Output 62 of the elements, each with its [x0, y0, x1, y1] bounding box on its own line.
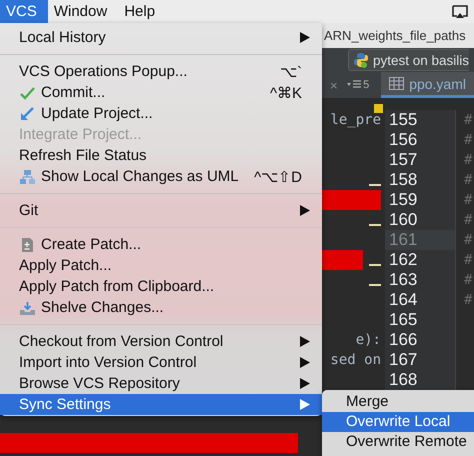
- comment-mark: #: [464, 192, 472, 208]
- menu-item[interactable]: Apply Patch...: [0, 255, 322, 276]
- menu-item[interactable]: Merge: [322, 392, 474, 412]
- menu-bar-item[interactable]: Help: [118, 0, 166, 23]
- line-number: 167: [385, 350, 455, 370]
- menu-item[interactable]: Update Project...: [0, 103, 322, 124]
- menu-item[interactable]: Checkout from Version Control: [0, 331, 322, 352]
- menu-item[interactable]: Shelve Changes...: [0, 297, 322, 318]
- comment-mark: #: [464, 132, 472, 148]
- line-number: 164: [385, 290, 455, 310]
- line-number: 163: [385, 270, 455, 290]
- table-icon: [389, 77, 404, 90]
- menu-item[interactable]: Show Local Changes as UML ^⌥⇧D: [0, 166, 322, 187]
- menu-item[interactable]: Git: [0, 200, 322, 221]
- menu-item[interactable]: Overwrite Local: [322, 412, 474, 432]
- screen-icon: [452, 4, 468, 18]
- comment-mark: #: [464, 172, 472, 188]
- menu-item[interactable]: VCS Operations Popup... ⌥`: [0, 61, 322, 82]
- tab-list-button[interactable]: 5: [345, 79, 376, 91]
- line-number: 159: [385, 190, 455, 210]
- menu-bar-item[interactable]: VCS: [0, 0, 48, 23]
- line-number: 168: [385, 370, 455, 390]
- comment-mark: #: [464, 152, 472, 168]
- code-text: e):: [356, 332, 381, 348]
- document-icon: [19, 236, 36, 252]
- menu-item[interactable]: Import into Version Control: [0, 352, 322, 373]
- python-icon: [353, 52, 369, 68]
- code-text: le_pre: [330, 112, 381, 128]
- list-icon: [347, 80, 362, 90]
- menu-bar-item[interactable]: Window: [48, 0, 118, 23]
- menu-item[interactable]: Local History: [0, 27, 322, 48]
- window-title: ARN_weights_file_paths: [324, 28, 466, 43]
- comment-mark: #: [464, 212, 472, 228]
- run-configuration-selector[interactable]: pytest on basilis: [348, 49, 470, 71]
- comment-mark: #: [464, 272, 472, 288]
- line-number: 166: [385, 330, 455, 350]
- line-number: 158: [385, 170, 455, 190]
- comment-mark: #: [464, 232, 472, 248]
- line-number: 156: [385, 130, 455, 150]
- menu-item[interactable]: Create Patch...: [0, 234, 322, 255]
- line-number: 157: [385, 150, 455, 170]
- check-icon: [19, 84, 36, 100]
- code-text: sed on: [330, 352, 381, 368]
- line-number: 165: [385, 310, 455, 330]
- menu-item[interactable]: Commit... ^⌘K: [0, 82, 322, 103]
- comment-mark: #: [464, 252, 472, 268]
- line-number: 155: [385, 110, 455, 130]
- comment-mark: #: [464, 112, 472, 128]
- line-number: 160: [385, 210, 455, 230]
- menu-item[interactable]: Overwrite Remote: [322, 432, 474, 452]
- diagram-icon: [19, 168, 36, 184]
- menu-item[interactable]: Browse VCS Repository: [0, 373, 322, 394]
- tray-icon: [19, 300, 36, 316]
- menu-item[interactable]: Apply Patch from Clipboard...: [0, 276, 322, 297]
- line-number: 161: [385, 230, 455, 250]
- file-tab[interactable]: ppo.yaml: [381, 72, 474, 98]
- comment-mark: #: [464, 292, 472, 308]
- run-configuration-label: pytest on basilis: [373, 52, 470, 68]
- menu-item[interactable]: Refresh File Status: [0, 145, 322, 166]
- arrow-icon: [19, 106, 36, 122]
- menu-item[interactable]: Sync Settings: [0, 394, 322, 415]
- line-number: 162: [385, 250, 455, 270]
